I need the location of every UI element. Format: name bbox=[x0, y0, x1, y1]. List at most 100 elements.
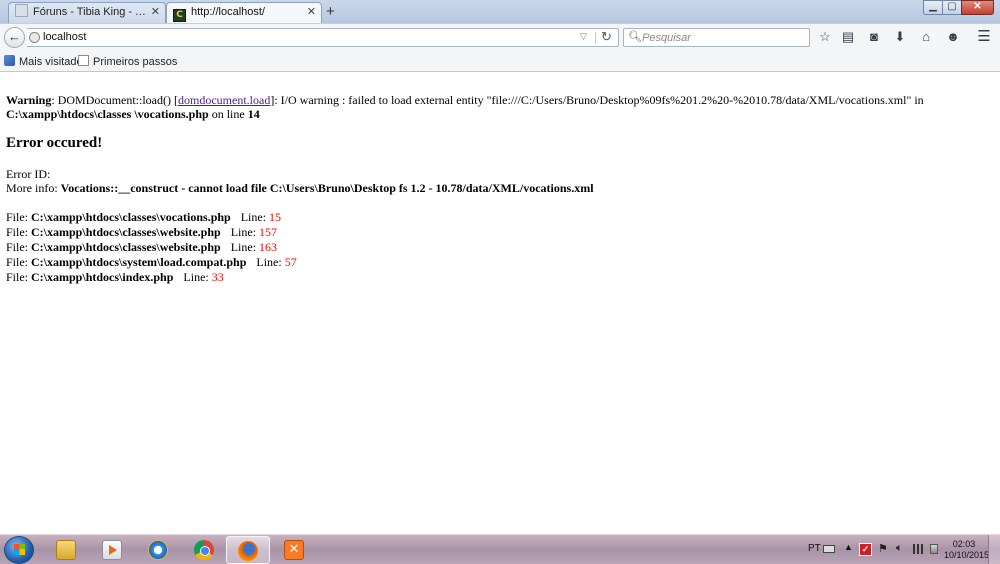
maximize-button[interactable]: ▢ bbox=[942, 0, 962, 15]
clock-date: 10/10/2015 bbox=[944, 550, 990, 560]
show-hidden-icons-icon[interactable]: ▲ bbox=[844, 542, 853, 552]
back-button[interactable]: ← bbox=[4, 27, 25, 48]
warning-file: C:\xampp\htdocs\classes \vocations.php bbox=[6, 107, 209, 121]
minimize-button[interactable]: ▁ bbox=[923, 0, 943, 15]
trace-file-label: File: bbox=[6, 255, 32, 269]
php-warning: Warning: DOMDocument::load() [domdocumen… bbox=[6, 93, 991, 121]
navigation-toolbar: ← localhost ▽ ↻ 🔍︎ ☆ ▤ ◙ ⬇ ⌂ ☻ ☰ bbox=[0, 23, 1000, 51]
taskbar-internet-explorer-button[interactable] bbox=[136, 536, 180, 564]
battery-icon[interactable] bbox=[930, 544, 938, 554]
taskbar-xampp-button[interactable] bbox=[272, 536, 316, 564]
warning-on-line: on line bbox=[208, 107, 248, 121]
forum-favicon-icon bbox=[15, 4, 28, 17]
site-info-icon[interactable] bbox=[29, 32, 40, 43]
chrome-icon bbox=[194, 540, 214, 560]
warning-text-after: ]: I/O warning : failed to load external… bbox=[270, 93, 924, 107]
search-input[interactable] bbox=[642, 31, 802, 45]
tab-localhost[interactable]: Chttp://localhost/ ✕ bbox=[166, 2, 322, 23]
bookmark-star-icon[interactable]: ☆ bbox=[817, 29, 833, 45]
trace-file-label: File: bbox=[6, 270, 32, 284]
trace-file: C:\xampp\htdocs\classes\website.php bbox=[31, 240, 221, 254]
new-tab-button[interactable]: + bbox=[326, 3, 335, 20]
bookmark-label: Primeiros passos bbox=[93, 56, 178, 68]
stack-trace: File: C:\xampp\htdocs\classes\vocations.… bbox=[6, 210, 297, 285]
trace-line-label: Line: bbox=[230, 240, 260, 254]
more-info-value: Vocations::__construct - cannot load fil… bbox=[60, 181, 594, 195]
url-bar[interactable]: localhost ▽ ↻ bbox=[27, 28, 619, 47]
show-desktop-button[interactable] bbox=[988, 535, 1000, 564]
trace-line-number: 33 bbox=[211, 270, 224, 284]
folder-icon bbox=[4, 55, 15, 66]
close-window-button[interactable]: ✕ bbox=[961, 0, 994, 15]
xampp-icon bbox=[284, 540, 304, 560]
tab-forums[interactable]: Fóruns - Tibia King - Tudo sobr... ✕ bbox=[8, 2, 166, 23]
tibia-favicon-icon: C bbox=[173, 9, 186, 22]
trace-row: File: C:\xampp\htdocs\index.php Line: 33 bbox=[6, 270, 297, 285]
tab-title: http://localhost/ bbox=[191, 6, 265, 18]
windows-logo-icon bbox=[14, 544, 25, 555]
trace-line-number: 57 bbox=[284, 255, 297, 269]
trace-line-number: 163 bbox=[259, 240, 278, 254]
volume-icon[interactable]: 🔈︎ bbox=[896, 542, 903, 555]
input-language-indicator[interactable]: PT bbox=[808, 543, 821, 554]
warning-line-number: 14 bbox=[247, 107, 260, 121]
bookmarks-toolbar: Mais visitados Primeiros passos bbox=[0, 51, 1000, 72]
clock-time: 02:03 bbox=[952, 539, 976, 549]
trace-file: C:\xampp\htdocs\classes\website.php bbox=[31, 225, 221, 239]
close-tab-icon[interactable]: ✕ bbox=[151, 3, 160, 22]
search-bar[interactable]: 🔍︎ bbox=[623, 28, 810, 47]
page-content: Warning: DOMDocument::load() [domdocumen… bbox=[0, 72, 1000, 534]
bookmark-getting-started[interactable]: Primeiros passos bbox=[78, 55, 177, 68]
firefox-icon bbox=[238, 541, 258, 561]
folder-icon bbox=[56, 540, 76, 560]
taskbar: PT ▲ ✓ ⚑ 🔈︎ 02:03 10/10/2015 bbox=[0, 534, 1000, 564]
tab-title: Fóruns - Tibia King - Tudo sobr... bbox=[33, 6, 148, 18]
system-clock[interactable]: 02:03 10/10/2015 bbox=[944, 539, 990, 561]
taskbar-media-player-button[interactable] bbox=[90, 536, 134, 564]
start-button[interactable] bbox=[4, 536, 34, 564]
more-info: More info: Vocations::__construct - cann… bbox=[6, 181, 594, 196]
menu-icon[interactable]: ☰ bbox=[976, 29, 992, 45]
more-info-label: More info: bbox=[6, 181, 61, 195]
url-history-dropdown-icon[interactable]: ▽ bbox=[580, 31, 587, 42]
keyboard-icon[interactable] bbox=[823, 545, 835, 553]
taskbar-chrome-button[interactable] bbox=[182, 536, 226, 564]
trace-line-label: Line: bbox=[230, 225, 260, 239]
trace-line-number: 15 bbox=[269, 210, 282, 224]
trace-row: File: C:\xampp\htdocs\classes\website.ph… bbox=[6, 225, 297, 240]
taskbar-firefox-button[interactable] bbox=[226, 536, 270, 564]
bookmark-most-visited[interactable]: Mais visitados bbox=[4, 55, 88, 68]
url-divider bbox=[595, 32, 596, 44]
url-text[interactable]: localhost bbox=[43, 31, 86, 43]
network-icon[interactable] bbox=[913, 544, 925, 554]
title-bar: Fóruns - Tibia King - Tudo sobr... ✕ Cht… bbox=[0, 0, 1000, 23]
close-tab-icon[interactable]: ✕ bbox=[307, 3, 316, 22]
trace-file: C:\xampp\htdocs\index.php bbox=[31, 270, 174, 284]
taskbar-explorer-button[interactable] bbox=[44, 536, 88, 564]
hello-chat-icon[interactable]: ☻ bbox=[945, 29, 961, 45]
trace-line-number: 157 bbox=[259, 225, 278, 239]
trace-file-label: File: bbox=[6, 210, 32, 224]
antivirus-icon[interactable]: ✓ bbox=[859, 543, 872, 556]
home-icon[interactable]: ⌂ bbox=[918, 29, 934, 45]
trace-row: File: C:\xampp\htdocs\system\load.compat… bbox=[6, 255, 297, 270]
search-icon[interactable]: 🔍︎ bbox=[628, 30, 642, 43]
trace-line-label: Line: bbox=[183, 270, 212, 284]
warning-text-before: : DOMDocument::load() [ bbox=[51, 93, 178, 107]
reload-icon[interactable]: ↻ bbox=[601, 29, 612, 45]
warning-label: Warning bbox=[6, 93, 52, 107]
action-center-flag-icon[interactable]: ⚑ bbox=[878, 542, 888, 555]
media-player-icon bbox=[102, 540, 122, 560]
bookmarks-list-icon[interactable]: ▤ bbox=[840, 29, 856, 45]
error-id: Error ID: bbox=[6, 167, 51, 181]
trace-row: File: C:\xampp\htdocs\classes\vocations.… bbox=[6, 210, 297, 225]
page-icon bbox=[78, 55, 89, 66]
trace-file: C:\xampp\htdocs\classes\vocations.php bbox=[31, 210, 231, 224]
error-heading: Error occured! bbox=[6, 135, 103, 151]
trace-file: C:\xampp\htdocs\system\load.compat.php bbox=[31, 255, 247, 269]
domdocument-load-link[interactable]: domdocument.load bbox=[178, 93, 270, 107]
pocket-icon[interactable]: ◙ bbox=[866, 29, 882, 45]
trace-row: File: C:\xampp\htdocs\classes\website.ph… bbox=[6, 240, 297, 255]
downloads-icon[interactable]: ⬇ bbox=[892, 29, 908, 45]
internet-explorer-icon bbox=[148, 540, 168, 560]
